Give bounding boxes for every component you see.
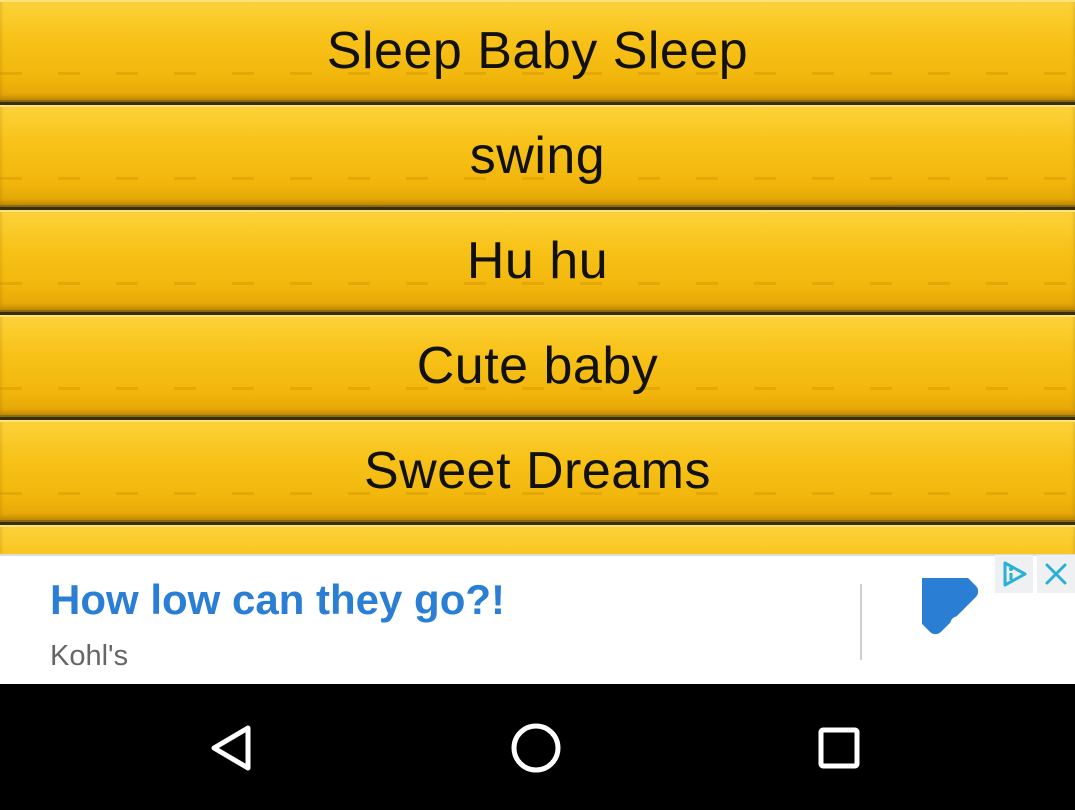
adchoices-icon[interactable] bbox=[995, 555, 1033, 593]
system-navigation-bar bbox=[0, 684, 1075, 810]
ad-banner[interactable]: How low can they go?! Kohl's bbox=[0, 548, 1075, 684]
song-item-hu-hu[interactable]: Hu hu bbox=[0, 210, 1075, 312]
app-screen: Sleep Baby Sleep swing Hu hu Cute baby S… bbox=[0, 0, 1075, 810]
song-label: Sleep Baby Sleep bbox=[326, 22, 749, 80]
ad-divider bbox=[860, 584, 862, 660]
back-triangle-icon[interactable] bbox=[200, 716, 264, 780]
song-item-partial[interactable] bbox=[0, 525, 1075, 554]
home-circle-icon[interactable] bbox=[504, 716, 568, 780]
song-item-sweet-dreams[interactable]: Sweet Dreams bbox=[0, 420, 1075, 522]
song-item-sleep-baby-sleep[interactable]: Sleep Baby Sleep bbox=[0, 0, 1075, 102]
recents-square-icon[interactable] bbox=[807, 716, 871, 780]
song-list[interactable]: Sleep Baby Sleep swing Hu hu Cute baby S… bbox=[0, 0, 1075, 554]
close-icon[interactable] bbox=[1037, 555, 1075, 593]
song-item-cute-baby[interactable]: Cute baby bbox=[0, 315, 1075, 417]
song-label: swing bbox=[469, 127, 606, 185]
song-label: Cute baby bbox=[416, 337, 659, 395]
song-label: Hu hu bbox=[466, 232, 609, 290]
song-label: Sweet Dreams bbox=[364, 442, 711, 500]
ad-headline[interactable]: How low can they go?! bbox=[50, 576, 505, 624]
ad-advertiser: Kohl's bbox=[50, 640, 129, 672]
song-item-swing[interactable]: swing bbox=[0, 105, 1075, 207]
